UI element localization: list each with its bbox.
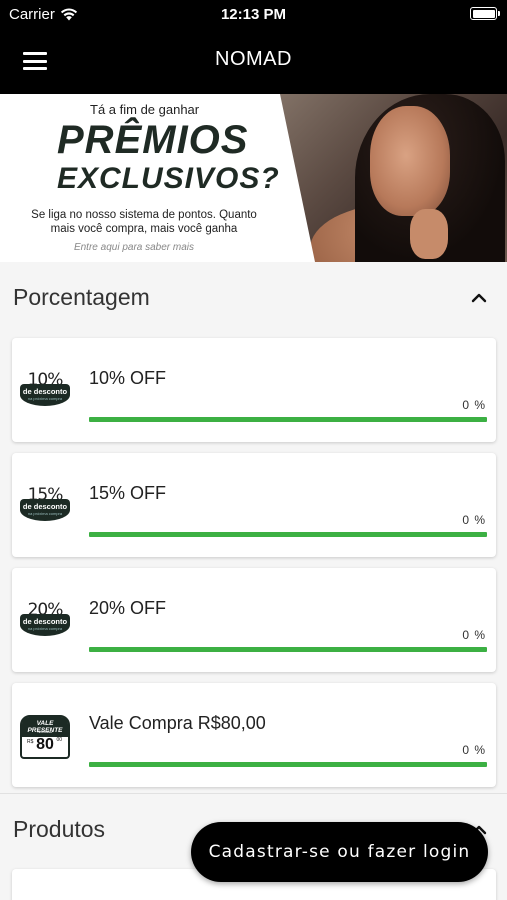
banner-cta[interactable]: Entre aqui para saber mais [30,242,238,253]
battery-icon [470,7,500,20]
banner-headline-1: PRÊMIOS [57,118,249,162]
banner-headline-2: EXCLUSIVOS? [57,162,280,195]
banner-body: Se liga no nosso sistema de pontos. Quan… [31,209,257,235]
section-title: Produtos [13,816,106,842]
progress-bar [89,762,487,767]
discount-badge-icon: 20% de desconto na próxima compra [20,600,70,644]
promo-banner[interactable]: Tá a fim de ganhar PRÊMIOS EXCLUSIVOS? S… [0,94,507,262]
login-button[interactable]: Cadastrar-se ou fazer login [191,822,488,882]
nav-bar: NOMAD [0,28,507,94]
discount-badge-icon: 15% de desconto na próxima compra [20,485,70,529]
progress-percent: 0 % [462,628,486,642]
banner-intro: Tá a fim de ganhar [90,102,200,117]
reward-name: 10% OFF [89,368,167,388]
status-bar: Carrier 12:13 PM [0,0,507,28]
reward-name: Vale Compra R$80,00 [89,713,266,733]
reward-card[interactable]: 10% de desconto na próxima compra 10% OFF… [12,338,496,442]
clock: 12:13 PM [220,6,287,23]
reward-card[interactable]: VALE PRESENTE NOMAD R$ 80 00 Vale Compra… [12,683,496,787]
gift-voucher-icon: VALE PRESENTE NOMAD R$ 80 00 [20,715,70,759]
section-title: Porcentagem [13,284,150,310]
progress-bar [89,532,487,537]
reward-card[interactable]: 15% de desconto na próxima compra 15% OFF… [12,453,496,557]
chevron-up-icon[interactable] [471,290,487,306]
app-title: NOMAD [215,48,292,70]
reward-name: 20% OFF [89,598,167,618]
progress-percent: 0 % [462,398,486,412]
progress-bar [89,647,487,652]
section-header-percentage[interactable]: Porcentagem [0,262,507,334]
progress-bar [89,417,487,422]
discount-badge-icon: 10% de desconto na próxima compra [20,370,70,414]
reward-card[interactable]: 20% de desconto na próxima compra 20% OFF… [12,568,496,672]
progress-percent: 0 % [462,513,486,527]
reward-name: 15% OFF [89,483,167,503]
progress-percent: 0 % [462,743,486,757]
